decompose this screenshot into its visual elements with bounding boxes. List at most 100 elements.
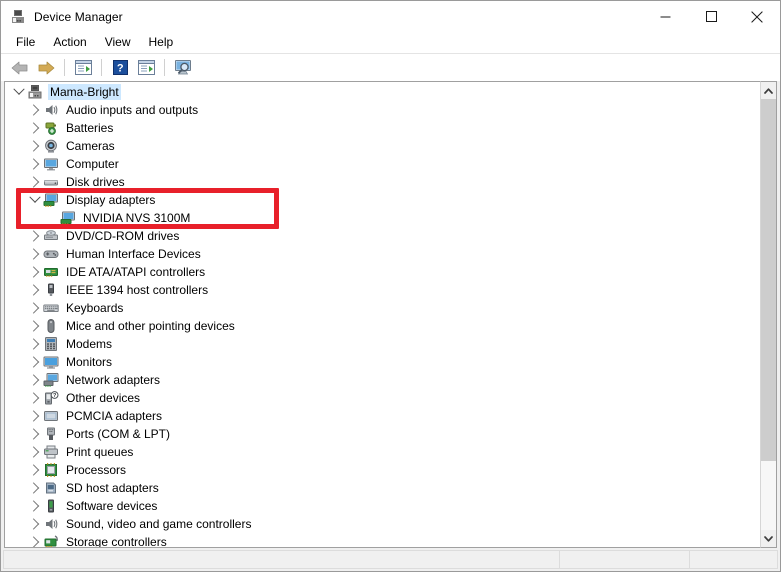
tree-node-sd-host-adapters[interactable]: SD host adapters (5, 479, 760, 497)
chevron-right-icon[interactable] (27, 498, 43, 514)
tree-node-label: Software devices (66, 499, 158, 513)
tree-node-root[interactable]: Mama-Bright (5, 83, 760, 101)
tree-node-label: PCMCIA adapters (66, 409, 163, 423)
tree-node-ports-com-lpt[interactable]: Ports (COM & LPT) (5, 425, 760, 443)
tree-node-computer[interactable]: Computer (5, 155, 760, 173)
tree-node-label: Disk drives (66, 175, 125, 189)
chevron-right-icon[interactable] (27, 138, 43, 154)
help-question-icon[interactable]: ? (107, 56, 133, 80)
chevron-right-icon[interactable] (27, 372, 43, 388)
chevron-right-icon[interactable] (27, 408, 43, 424)
update-driver-icon[interactable] (133, 56, 159, 80)
tree-node-other-devices[interactable]: ? Other devices (5, 389, 760, 407)
software-device-icon (43, 498, 59, 514)
chevron-right-icon[interactable] (27, 462, 43, 478)
tree-node-label: Other devices (66, 391, 141, 405)
chevron-right-icon[interactable] (27, 102, 43, 118)
tree-node-label: Human Interface Devices (66, 247, 201, 261)
toolbar-separator-2 (101, 59, 102, 76)
battery-icon (43, 120, 59, 136)
monitor-icon (43, 156, 59, 172)
tree-node-disk-drives[interactable]: Disk drives (5, 173, 760, 191)
scan-hardware-icon[interactable] (170, 56, 196, 80)
chevron-right-icon[interactable] (27, 120, 43, 136)
scrollbar-thumb[interactable] (761, 99, 776, 462)
speaker-icon (43, 102, 59, 118)
tree-node-sound-video-and-game-controllers[interactable]: Sound, video and game controllers (5, 515, 760, 533)
chevron-right-icon[interactable] (27, 300, 43, 316)
tree-node-modems[interactable]: Modems (5, 335, 760, 353)
keyboard-icon (43, 300, 59, 316)
tree-node-cameras[interactable]: Cameras (5, 137, 760, 155)
title-bar: Device Manager (1, 1, 780, 32)
storage-controller-icon (43, 534, 59, 547)
chevron-right-icon[interactable] (27, 444, 43, 460)
vertical-scrollbar[interactable] (760, 81, 777, 548)
chevron-right-icon[interactable] (27, 426, 43, 442)
menu-action[interactable]: Action (44, 33, 95, 53)
menu-bar: File Action View Help (1, 32, 780, 53)
back-arrow-icon[interactable] (7, 56, 33, 80)
tree-node-label: Processors (66, 463, 127, 477)
svg-text:?: ? (116, 63, 123, 75)
maximize-icon[interactable] (688, 1, 734, 32)
tree-node-ieee-1394-host-controllers[interactable]: IEEE 1394 host controllers (5, 281, 760, 299)
chevron-right-icon[interactable] (27, 390, 43, 406)
tree-node-label: Batteries (66, 121, 114, 135)
scroll-down-icon[interactable] (761, 530, 776, 547)
chevron-right-icon[interactable] (27, 264, 43, 280)
tree-node-audio-inputs-and-outputs[interactable]: Audio inputs and outputs (5, 101, 760, 119)
svg-text:?: ? (53, 393, 56, 399)
minimize-icon[interactable] (642, 1, 688, 32)
chevron-down-icon[interactable] (11, 83, 27, 100)
chevron-right-icon[interactable] (27, 354, 43, 370)
tree-node-software-devices[interactable]: Software devices (5, 497, 760, 515)
chevron-right-icon[interactable] (27, 246, 43, 262)
tree-node-label: Sound, video and game controllers (66, 517, 252, 531)
device-manager-window: Device Manager File Action View Help ? M… (0, 0, 781, 572)
menu-view[interactable]: View (96, 33, 140, 53)
tree-node-display-adapters[interactable]: Display adapters (5, 191, 760, 209)
tree-node-batteries[interactable]: Batteries (5, 119, 760, 137)
monitor-icon (43, 354, 59, 370)
computer-icon (27, 84, 43, 100)
properties-icon[interactable] (70, 56, 96, 80)
close-icon[interactable] (734, 1, 780, 32)
tree-node-label: SD host adapters (66, 481, 159, 495)
device-tree: Mama-Bright Audio inputs and outputs Bat… (5, 83, 760, 547)
chevron-right-icon[interactable] (27, 480, 43, 496)
tree-node-mice-and-other-pointing-devices[interactable]: Mice and other pointing devices (5, 317, 760, 335)
pcmcia-icon (43, 408, 59, 424)
firewire-icon (43, 282, 59, 298)
tree-node-dvd-cd-rom-drives[interactable]: DVD/CD-ROM drives (5, 227, 760, 245)
toolbar-separator-3 (164, 59, 165, 76)
device-tree-panel[interactable]: Mama-Bright Audio inputs and outputs Bat… (4, 81, 760, 548)
tree-node-ide-ata-atapi-controllers[interactable]: IDE ATA/ATAPI controllers (5, 263, 760, 281)
tree-node-monitors[interactable]: Monitors (5, 353, 760, 371)
menu-help[interactable]: Help (140, 33, 183, 53)
tree-node-label: Display adapters (66, 193, 156, 207)
chevron-right-icon[interactable] (27, 156, 43, 172)
chevron-right-icon[interactable] (27, 228, 43, 244)
menu-file[interactable]: File (7, 33, 44, 53)
scroll-up-icon[interactable] (761, 82, 776, 99)
tree-node-print-queues[interactable]: Print queues (5, 443, 760, 461)
scrollbar-track[interactable] (761, 99, 776, 530)
chevron-right-icon[interactable] (27, 282, 43, 298)
tree-node-pcmcia-adapters[interactable]: PCMCIA adapters (5, 407, 760, 425)
chevron-right-icon[interactable] (27, 336, 43, 352)
tree-node-label: Print queues (66, 445, 134, 459)
forward-arrow-icon[interactable] (33, 56, 59, 80)
tree-node-nvidia-nvs-3100m[interactable]: NVIDIA NVS 3100M (5, 209, 760, 227)
tree-node-keyboards[interactable]: Keyboards (5, 299, 760, 317)
chevron-right-icon[interactable] (27, 516, 43, 532)
tree-node-human-interface-devices[interactable]: Human Interface Devices (5, 245, 760, 263)
tree-node-storage-controllers[interactable]: Storage controllers (5, 533, 760, 547)
tree-node-processors[interactable]: Processors (5, 461, 760, 479)
chevron-down-icon[interactable] (27, 191, 43, 208)
chevron-right-icon[interactable] (27, 534, 43, 547)
tree-node-network-adapters[interactable]: Network adapters (5, 371, 760, 389)
camera-icon (43, 138, 59, 154)
chevron-right-icon[interactable] (27, 318, 43, 334)
chevron-right-icon[interactable] (27, 174, 43, 190)
